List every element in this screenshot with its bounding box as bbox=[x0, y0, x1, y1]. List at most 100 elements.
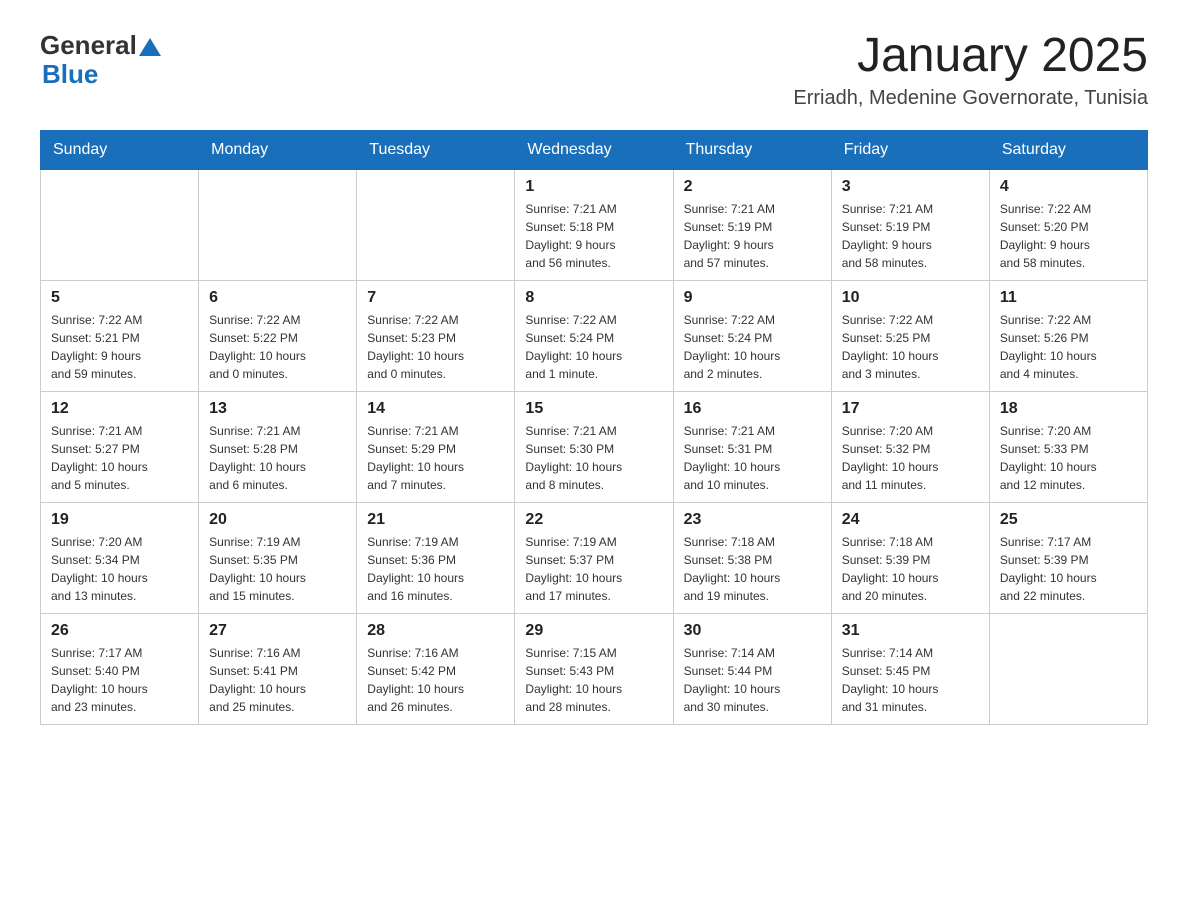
day-number: 6 bbox=[209, 289, 346, 307]
day-info: Sunrise: 7:16 AMSunset: 5:41 PMDaylight:… bbox=[209, 644, 346, 716]
calendar-cell: 4Sunrise: 7:22 AMSunset: 5:20 PMDaylight… bbox=[989, 169, 1147, 280]
day-info: Sunrise: 7:14 AMSunset: 5:45 PMDaylight:… bbox=[842, 644, 979, 716]
day-info: Sunrise: 7:19 AMSunset: 5:37 PMDaylight:… bbox=[525, 533, 662, 605]
day-info: Sunrise: 7:22 AMSunset: 5:25 PMDaylight:… bbox=[842, 311, 979, 383]
day-info: Sunrise: 7:17 AMSunset: 5:40 PMDaylight:… bbox=[51, 644, 188, 716]
day-info: Sunrise: 7:20 AMSunset: 5:32 PMDaylight:… bbox=[842, 422, 979, 494]
calendar-cell: 19Sunrise: 7:20 AMSunset: 5:34 PMDayligh… bbox=[41, 502, 199, 613]
calendar-cell: 21 Sunrise: 7:19 AMSunset: 5:36 PMDayligh… bbox=[357, 502, 515, 613]
day-info: Sunrise: 7:21 AMSunset: 5:19 PMDaylight:… bbox=[684, 200, 821, 272]
day-info: Sunrise: 7:16 AMSunset: 5:42 PMDaylight:… bbox=[367, 644, 504, 716]
day-info: Sunrise: 7:18 AMSunset: 5:39 PMDaylight:… bbox=[842, 533, 979, 605]
calendar-header-tuesday: Tuesday bbox=[357, 130, 515, 169]
day-number: 5 bbox=[51, 289, 188, 307]
day-info: Sunrise: 7:21 AMSunset: 5:27 PMDaylight:… bbox=[51, 422, 188, 494]
month-title: January 2025 bbox=[793, 30, 1148, 83]
calendar-week-row: 12 Sunrise: 7:21 AMSunset: 5:27 PMDayligh… bbox=[41, 391, 1148, 502]
day-number: 26 bbox=[51, 622, 188, 640]
calendar-cell: 15 Sunrise: 7:21 AMSunset: 5:30 PMDayligh… bbox=[515, 391, 673, 502]
day-info: Sunrise: 7:22 AMSunset: 5:24 PMDaylight:… bbox=[525, 311, 662, 383]
day-info: Sunrise: 7:21 AMSunset: 5:18 PMDaylight:… bbox=[525, 200, 662, 272]
day-number: 20 bbox=[209, 511, 346, 529]
day-info: Sunrise: 7:20 AMSunset: 5:34 PMDaylight:… bbox=[51, 533, 188, 605]
day-number: 3 bbox=[842, 178, 979, 196]
day-info: Sunrise: 7:18 AMSunset: 5:38 PMDaylight:… bbox=[684, 533, 821, 605]
day-number: 4 bbox=[1000, 178, 1137, 196]
title-area: January 2025 Erriadh, Medenine Governora… bbox=[793, 30, 1148, 110]
calendar-cell bbox=[41, 169, 199, 280]
calendar-cell: 25 Sunrise: 7:17 AMSunset: 5:39 PMDayligh… bbox=[989, 502, 1147, 613]
calendar-cell bbox=[199, 169, 357, 280]
calendar-table: SundayMondayTuesdayWednesdayThursdayFrid… bbox=[40, 130, 1148, 725]
calendar-cell: 29Sunrise: 7:15 AMSunset: 5:43 PMDayligh… bbox=[515, 613, 673, 724]
day-number: 9 bbox=[684, 289, 821, 307]
day-number: 1 bbox=[525, 178, 662, 196]
calendar-cell: 14 Sunrise: 7:21 AMSunset: 5:29 PMDayligh… bbox=[357, 391, 515, 502]
calendar-week-row: 19Sunrise: 7:20 AMSunset: 5:34 PMDayligh… bbox=[41, 502, 1148, 613]
calendar-header-thursday: Thursday bbox=[673, 130, 831, 169]
calendar-week-row: 1 Sunrise: 7:21 AMSunset: 5:18 PMDaylight… bbox=[41, 169, 1148, 280]
day-number: 11 bbox=[1000, 289, 1137, 307]
day-number: 25 bbox=[1000, 511, 1137, 529]
day-info: Sunrise: 7:22 AMSunset: 5:22 PMDaylight:… bbox=[209, 311, 346, 383]
calendar-cell: 23 Sunrise: 7:18 AMSunset: 5:38 PMDayligh… bbox=[673, 502, 831, 613]
calendar-cell: 30Sunrise: 7:14 AMSunset: 5:44 PMDayligh… bbox=[673, 613, 831, 724]
calendar-cell: 27Sunrise: 7:16 AMSunset: 5:41 PMDayligh… bbox=[199, 613, 357, 724]
calendar-header-sunday: Sunday bbox=[41, 130, 199, 169]
calendar-cell: 11 Sunrise: 7:22 AMSunset: 5:26 PMDayligh… bbox=[989, 280, 1147, 391]
calendar-cell: 22Sunrise: 7:19 AMSunset: 5:37 PMDayligh… bbox=[515, 502, 673, 613]
calendar-cell: 20 Sunrise: 7:19 AMSunset: 5:35 PMDayligh… bbox=[199, 502, 357, 613]
day-number: 28 bbox=[367, 622, 504, 640]
day-number: 31 bbox=[842, 622, 979, 640]
day-number: 13 bbox=[209, 400, 346, 418]
day-info: Sunrise: 7:21 AMSunset: 5:28 PMDaylight:… bbox=[209, 422, 346, 494]
logo-triangle-icon bbox=[139, 36, 161, 58]
calendar-cell: 17 Sunrise: 7:20 AMSunset: 5:32 PMDayligh… bbox=[831, 391, 989, 502]
calendar-header-wednesday: Wednesday bbox=[515, 130, 673, 169]
day-info: Sunrise: 7:17 AMSunset: 5:39 PMDaylight:… bbox=[1000, 533, 1137, 605]
day-number: 14 bbox=[367, 400, 504, 418]
day-info: Sunrise: 7:21 AMSunset: 5:19 PMDaylight:… bbox=[842, 200, 979, 272]
day-info: Sunrise: 7:21 AMSunset: 5:29 PMDaylight:… bbox=[367, 422, 504, 494]
logo-general-text: General bbox=[40, 30, 137, 61]
calendar-cell bbox=[989, 613, 1147, 724]
logo-blue-text: Blue bbox=[42, 59, 98, 89]
day-info: Sunrise: 7:21 AMSunset: 5:31 PMDaylight:… bbox=[684, 422, 821, 494]
calendar-cell: 7Sunrise: 7:22 AMSunset: 5:23 PMDaylight… bbox=[357, 280, 515, 391]
day-number: 17 bbox=[842, 400, 979, 418]
day-number: 24 bbox=[842, 511, 979, 529]
logo: General Blue bbox=[40, 30, 161, 90]
calendar-cell: 1 Sunrise: 7:21 AMSunset: 5:18 PMDaylight… bbox=[515, 169, 673, 280]
day-info: Sunrise: 7:19 AMSunset: 5:36 PMDaylight:… bbox=[367, 533, 504, 605]
day-number: 29 bbox=[525, 622, 662, 640]
calendar-cell: 5 Sunrise: 7:22 AMSunset: 5:21 PMDaylight… bbox=[41, 280, 199, 391]
day-info: Sunrise: 7:14 AMSunset: 5:44 PMDaylight:… bbox=[684, 644, 821, 716]
day-info: Sunrise: 7:22 AMSunset: 5:26 PMDaylight:… bbox=[1000, 311, 1137, 383]
day-number: 18 bbox=[1000, 400, 1137, 418]
calendar-cell: 9 Sunrise: 7:22 AMSunset: 5:24 PMDaylight… bbox=[673, 280, 831, 391]
day-info: Sunrise: 7:21 AMSunset: 5:30 PMDaylight:… bbox=[525, 422, 662, 494]
calendar-cell: 24 Sunrise: 7:18 AMSunset: 5:39 PMDayligh… bbox=[831, 502, 989, 613]
calendar-cell: 31 Sunrise: 7:14 AMSunset: 5:45 PMDayligh… bbox=[831, 613, 989, 724]
day-number: 12 bbox=[51, 400, 188, 418]
calendar-cell: 16Sunrise: 7:21 AMSunset: 5:31 PMDayligh… bbox=[673, 391, 831, 502]
day-info: Sunrise: 7:22 AMSunset: 5:21 PMDaylight:… bbox=[51, 311, 188, 383]
calendar-week-row: 5 Sunrise: 7:22 AMSunset: 5:21 PMDaylight… bbox=[41, 280, 1148, 391]
calendar-cell: 18Sunrise: 7:20 AMSunset: 5:33 PMDayligh… bbox=[989, 391, 1147, 502]
calendar-cell: 8Sunrise: 7:22 AMSunset: 5:24 PMDaylight… bbox=[515, 280, 673, 391]
calendar-week-row: 26 Sunrise: 7:17 AMSunset: 5:40 PMDayligh… bbox=[41, 613, 1148, 724]
day-number: 23 bbox=[684, 511, 821, 529]
day-info: Sunrise: 7:22 AMSunset: 5:24 PMDaylight:… bbox=[684, 311, 821, 383]
day-number: 15 bbox=[525, 400, 662, 418]
calendar-header-saturday: Saturday bbox=[989, 130, 1147, 169]
calendar-header-monday: Monday bbox=[199, 130, 357, 169]
calendar-header-friday: Friday bbox=[831, 130, 989, 169]
calendar-cell: 10Sunrise: 7:22 AMSunset: 5:25 PMDayligh… bbox=[831, 280, 989, 391]
day-number: 21 bbox=[367, 511, 504, 529]
calendar-cell: 2Sunrise: 7:21 AMSunset: 5:19 PMDaylight… bbox=[673, 169, 831, 280]
calendar-cell: 26 Sunrise: 7:17 AMSunset: 5:40 PMDayligh… bbox=[41, 613, 199, 724]
location-title: Erriadh, Medenine Governorate, Tunisia bbox=[793, 87, 1148, 110]
calendar-cell: 12 Sunrise: 7:21 AMSunset: 5:27 PMDayligh… bbox=[41, 391, 199, 502]
day-info: Sunrise: 7:22 AMSunset: 5:23 PMDaylight:… bbox=[367, 311, 504, 383]
day-info: Sunrise: 7:19 AMSunset: 5:35 PMDaylight:… bbox=[209, 533, 346, 605]
